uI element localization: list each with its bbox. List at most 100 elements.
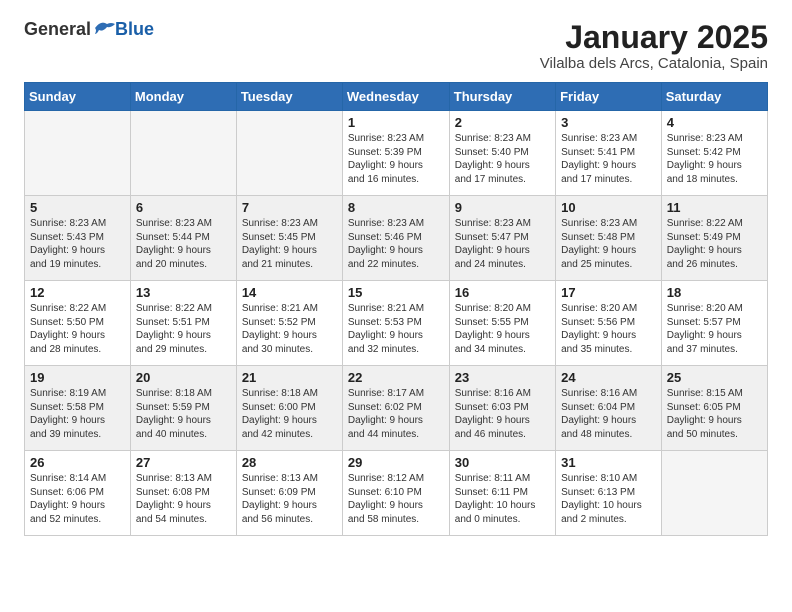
day-number: 9 — [455, 200, 550, 215]
day-info: Sunrise: 8:23 AM Sunset: 5:40 PM Dayligh… — [455, 132, 550, 186]
day-info: Sunrise: 8:13 AM Sunset: 6:09 PM Dayligh… — [242, 472, 337, 526]
calendar-cell: 11Sunrise: 8:22 AM Sunset: 5:49 PM Dayli… — [661, 196, 767, 281]
calendar-cell: 21 Sunrise: 8:18 AM Sunset: 6:00 PM Dayli… — [236, 366, 342, 451]
day-info: Sunrise: 8:14 AM Sunset: 6:06 PM Dayligh… — [30, 472, 125, 526]
weekday-header-sunday: Sunday — [25, 83, 131, 111]
day-number: 15 — [348, 285, 444, 300]
calendar-cell: 26 Sunrise: 8:14 AM Sunset: 6:06 PM Dayli… — [25, 451, 131, 536]
day-info: Sunrise: 8:23 AM Sunset: 5:48 PM Dayligh… — [561, 217, 656, 271]
title-block: January 2025 Vilalba dels Arcs, Cataloni… — [540, 20, 768, 72]
day-number: 27 — [136, 455, 231, 470]
weekday-header-thursday: Thursday — [449, 83, 555, 111]
day-number: 16 — [455, 285, 550, 300]
page: General Blue January 2025 Vilalba dels A… — [0, 0, 792, 556]
day-info: Sunrise: 8:16 AM Sunset: 6:04 PM Dayligh… — [561, 387, 656, 441]
calendar-cell: 5 Sunrise: 8:23 AM Sunset: 5:43 PM Daylig… — [25, 196, 131, 281]
day-number: 19 — [30, 370, 125, 385]
calendar-cell: 9 Sunrise: 8:23 AM Sunset: 5:47 PM Daylig… — [449, 196, 555, 281]
calendar-cell: 12Sunrise: 8:22 AM Sunset: 5:50 PM Dayli… — [25, 281, 131, 366]
logo-general-text: General — [24, 20, 91, 38]
day-info: Sunrise: 8:11 AM Sunset: 6:11 PM Dayligh… — [455, 472, 550, 526]
day-info: Sunrise: 8:20 AM Sunset: 5:57 PM Dayligh… — [667, 302, 762, 356]
day-number: 10 — [561, 200, 656, 215]
day-number: 13 — [136, 285, 231, 300]
day-info: Sunrise: 8:18 AM Sunset: 5:59 PM Dayligh… — [136, 387, 231, 441]
day-number: 2 — [455, 115, 550, 130]
calendar-cell: 31Sunrise: 8:10 AM Sunset: 6:13 PM Dayli… — [556, 451, 662, 536]
day-info: Sunrise: 8:10 AM Sunset: 6:13 PM Dayligh… — [561, 472, 656, 526]
day-info: Sunrise: 8:13 AM Sunset: 6:08 PM Dayligh… — [136, 472, 231, 526]
calendar-cell: 1 Sunrise: 8:23 AM Sunset: 5:39 PM Daylig… — [342, 111, 449, 196]
week-row-3: 12Sunrise: 8:22 AM Sunset: 5:50 PM Dayli… — [25, 281, 768, 366]
calendar-cell: 16 Sunrise: 8:20 AM Sunset: 5:55 PM Dayli… — [449, 281, 555, 366]
weekday-header-row: SundayMondayTuesdayWednesdayThursdayFrid… — [25, 83, 768, 111]
logo: General Blue — [24, 20, 154, 38]
day-number: 23 — [455, 370, 550, 385]
day-info: Sunrise: 8:23 AM Sunset: 5:43 PM Dayligh… — [30, 217, 125, 271]
day-number: 1 — [348, 115, 444, 130]
day-number: 24 — [561, 370, 656, 385]
week-row-2: 5 Sunrise: 8:23 AM Sunset: 5:43 PM Daylig… — [25, 196, 768, 281]
day-number: 5 — [30, 200, 125, 215]
calendar-cell: 3 Sunrise: 8:23 AM Sunset: 5:41 PM Daylig… — [556, 111, 662, 196]
location: Vilalba dels Arcs, Catalonia, Spain — [540, 55, 768, 72]
day-number: 4 — [667, 115, 762, 130]
day-info: Sunrise: 8:18 AM Sunset: 6:00 PM Dayligh… — [242, 387, 337, 441]
calendar-table: SundayMondayTuesdayWednesdayThursdayFrid… — [24, 82, 768, 536]
calendar-cell: 14Sunrise: 8:21 AM Sunset: 5:52 PM Dayli… — [236, 281, 342, 366]
day-number: 20 — [136, 370, 231, 385]
day-info: Sunrise: 8:23 AM Sunset: 5:47 PM Dayligh… — [455, 217, 550, 271]
day-number: 26 — [30, 455, 125, 470]
calendar-cell: 13 Sunrise: 8:22 AM Sunset: 5:51 PM Dayli… — [130, 281, 236, 366]
weekday-header-saturday: Saturday — [661, 83, 767, 111]
calendar-cell — [25, 111, 131, 196]
day-info: Sunrise: 8:22 AM Sunset: 5:49 PM Dayligh… — [667, 217, 762, 271]
day-info: Sunrise: 8:16 AM Sunset: 6:03 PM Dayligh… — [455, 387, 550, 441]
weekday-header-wednesday: Wednesday — [342, 83, 449, 111]
calendar-cell: 22Sunrise: 8:17 AM Sunset: 6:02 PM Dayli… — [342, 366, 449, 451]
calendar-cell: 27 Sunrise: 8:13 AM Sunset: 6:08 PM Dayli… — [130, 451, 236, 536]
day-info: Sunrise: 8:20 AM Sunset: 5:55 PM Dayligh… — [455, 302, 550, 356]
day-info: Sunrise: 8:23 AM Sunset: 5:45 PM Dayligh… — [242, 217, 337, 271]
day-number: 28 — [242, 455, 337, 470]
logo-bird-icon — [93, 20, 115, 36]
day-info: Sunrise: 8:22 AM Sunset: 5:50 PM Dayligh… — [30, 302, 125, 356]
calendar-cell — [236, 111, 342, 196]
calendar-cell: 2 Sunrise: 8:23 AM Sunset: 5:40 PM Daylig… — [449, 111, 555, 196]
weekday-header-friday: Friday — [556, 83, 662, 111]
day-number: 17 — [561, 285, 656, 300]
day-info: Sunrise: 8:23 AM Sunset: 5:46 PM Dayligh… — [348, 217, 444, 271]
calendar-cell: 10 Sunrise: 8:23 AM Sunset: 5:48 PM Dayli… — [556, 196, 662, 281]
calendar-cell: 24 Sunrise: 8:16 AM Sunset: 6:04 PM Dayli… — [556, 366, 662, 451]
day-number: 14 — [242, 285, 337, 300]
day-info: Sunrise: 8:22 AM Sunset: 5:51 PM Dayligh… — [136, 302, 231, 356]
day-number: 29 — [348, 455, 444, 470]
month-title: January 2025 — [540, 20, 768, 55]
day-number: 18 — [667, 285, 762, 300]
calendar-cell: 23 Sunrise: 8:16 AM Sunset: 6:03 PM Dayli… — [449, 366, 555, 451]
day-info: Sunrise: 8:23 AM Sunset: 5:42 PM Dayligh… — [667, 132, 762, 186]
header: General Blue January 2025 Vilalba dels A… — [24, 20, 768, 72]
calendar-cell: 20 Sunrise: 8:18 AM Sunset: 5:59 PM Dayli… — [130, 366, 236, 451]
calendar-cell: 6Sunrise: 8:23 AM Sunset: 5:44 PM Daylig… — [130, 196, 236, 281]
calendar-cell: 8Sunrise: 8:23 AM Sunset: 5:46 PM Daylig… — [342, 196, 449, 281]
weekday-header-monday: Monday — [130, 83, 236, 111]
day-info: Sunrise: 8:19 AM Sunset: 5:58 PM Dayligh… — [30, 387, 125, 441]
week-row-1: 1 Sunrise: 8:23 AM Sunset: 5:39 PM Daylig… — [25, 111, 768, 196]
logo-blue-text: Blue — [115, 20, 154, 38]
day-info: Sunrise: 8:21 AM Sunset: 5:53 PM Dayligh… — [348, 302, 444, 356]
day-info: Sunrise: 8:23 AM Sunset: 5:41 PM Dayligh… — [561, 132, 656, 186]
calendar-cell: 18 Sunrise: 8:20 AM Sunset: 5:57 PM Dayli… — [661, 281, 767, 366]
day-number: 21 — [242, 370, 337, 385]
day-number: 30 — [455, 455, 550, 470]
calendar-cell: 4 Sunrise: 8:23 AM Sunset: 5:42 PM Daylig… — [661, 111, 767, 196]
day-info: Sunrise: 8:23 AM Sunset: 5:39 PM Dayligh… — [348, 132, 444, 186]
day-number: 3 — [561, 115, 656, 130]
day-info: Sunrise: 8:12 AM Sunset: 6:10 PM Dayligh… — [348, 472, 444, 526]
calendar-cell: 7 Sunrise: 8:23 AM Sunset: 5:45 PM Daylig… — [236, 196, 342, 281]
calendar-cell: 15 Sunrise: 8:21 AM Sunset: 5:53 PM Dayli… — [342, 281, 449, 366]
day-info: Sunrise: 8:23 AM Sunset: 5:44 PM Dayligh… — [136, 217, 231, 271]
day-number: 7 — [242, 200, 337, 215]
week-row-4: 19 Sunrise: 8:19 AM Sunset: 5:58 PM Dayli… — [25, 366, 768, 451]
day-info: Sunrise: 8:20 AM Sunset: 5:56 PM Dayligh… — [561, 302, 656, 356]
